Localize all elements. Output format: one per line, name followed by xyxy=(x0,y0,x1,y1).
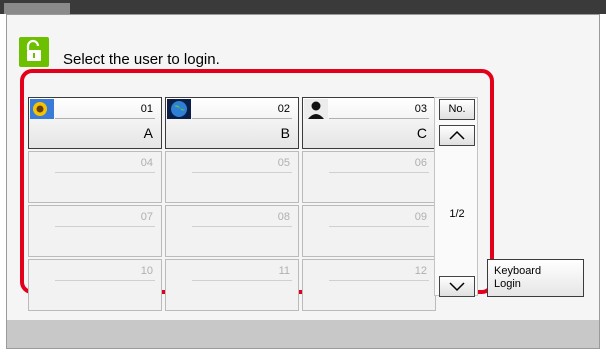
user-number: 09 xyxy=(414,211,427,223)
divider xyxy=(55,280,155,281)
page-down-button[interactable] xyxy=(439,276,475,297)
user-number: 10 xyxy=(140,265,153,277)
top-tab[interactable] xyxy=(4,3,70,14)
number-button[interactable]: No. xyxy=(439,99,475,120)
divider xyxy=(55,172,155,173)
user-number: 08 xyxy=(277,211,290,223)
user-button-06: 06 xyxy=(302,151,436,203)
user-number: 01 xyxy=(140,103,153,115)
user-button-10: 10 xyxy=(28,259,162,311)
user-number: 06 xyxy=(414,157,427,169)
page-title: Select the user to login. xyxy=(63,51,220,68)
page-up-button[interactable] xyxy=(439,125,475,146)
keyboard-login-button[interactable]: Keyboard Login xyxy=(487,259,584,297)
user-name: A xyxy=(143,125,153,141)
chevron-up-icon xyxy=(449,130,465,140)
user-number: 07 xyxy=(140,211,153,223)
user-button-07: 07 xyxy=(28,205,162,257)
user-number: 03 xyxy=(414,103,427,115)
user-button-09: 09 xyxy=(302,205,436,257)
user-number: 05 xyxy=(277,157,290,169)
divider xyxy=(192,226,292,227)
top-bar xyxy=(0,0,606,14)
user-button-12: 12 xyxy=(302,259,436,311)
user-name: C xyxy=(416,125,427,141)
user-button-04: 04 xyxy=(28,151,162,203)
divider xyxy=(329,118,429,119)
user-number: 04 xyxy=(140,157,153,169)
divider xyxy=(55,226,155,227)
user-button-01[interactable]: 01 A xyxy=(28,97,162,149)
divider xyxy=(329,226,429,227)
user-number: 12 xyxy=(414,265,427,277)
user-number: 02 xyxy=(277,103,290,115)
user-button-11: 11 xyxy=(165,259,299,311)
sunflower-icon xyxy=(30,99,54,119)
user-button-02[interactable]: 02 B xyxy=(165,97,299,149)
person-silhouette-icon xyxy=(304,99,328,119)
divider xyxy=(192,118,292,119)
user-name: B xyxy=(280,125,290,141)
user-button-05: 05 xyxy=(165,151,299,203)
user-button-03[interactable]: 03 C xyxy=(302,97,436,149)
keyboard-login-label: Keyboard Login xyxy=(494,265,542,290)
divider xyxy=(192,280,292,281)
unlock-icon xyxy=(19,37,49,67)
chevron-down-icon xyxy=(449,282,465,292)
divider xyxy=(192,172,292,173)
divider xyxy=(329,280,429,281)
globe-icon xyxy=(167,99,191,119)
divider xyxy=(55,118,155,119)
user-button-08: 08 xyxy=(165,205,299,257)
divider xyxy=(329,172,429,173)
page-indicator: 1/2 xyxy=(449,208,465,220)
user-number: 11 xyxy=(278,265,290,277)
footer-bar xyxy=(7,320,599,348)
